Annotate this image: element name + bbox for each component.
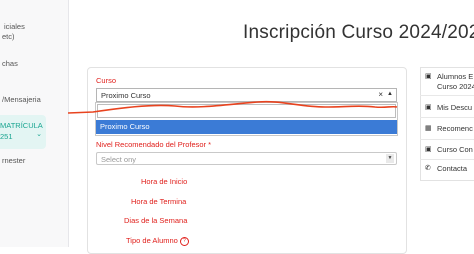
- annotation-scribble: [67, 100, 398, 114]
